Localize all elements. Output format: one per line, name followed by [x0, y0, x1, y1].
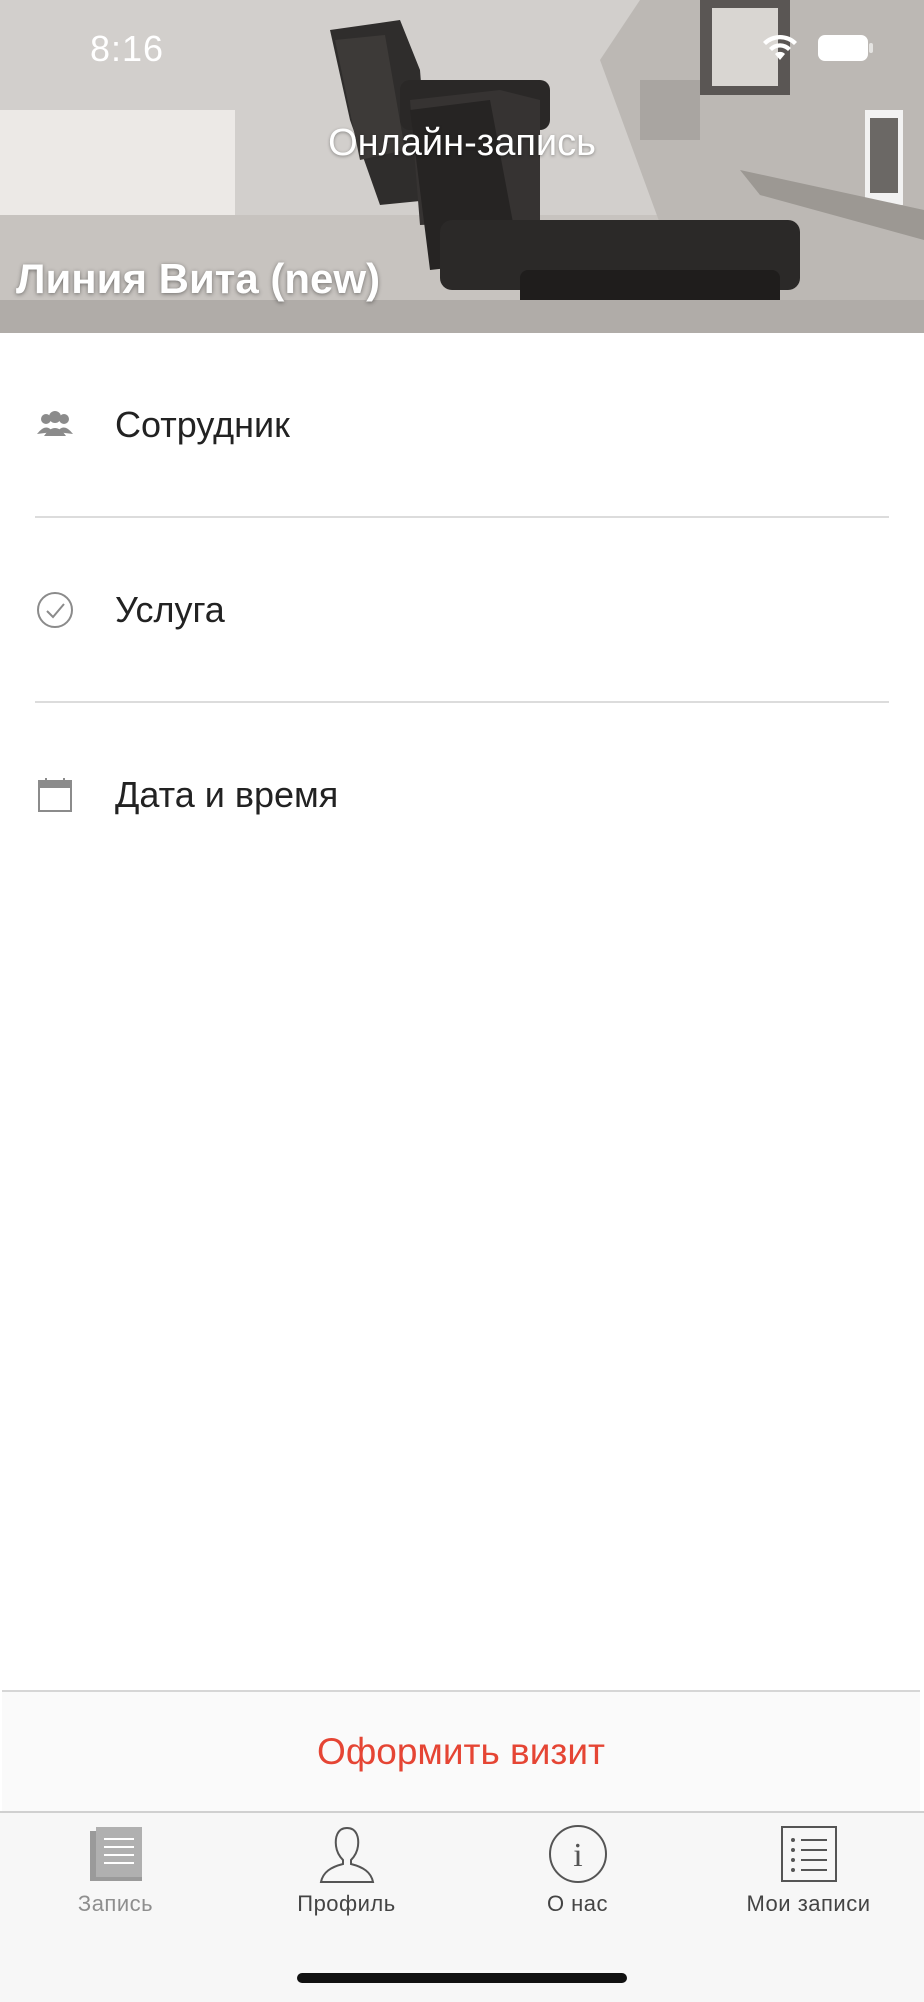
wifi-icon — [762, 34, 798, 67]
page-title: Онлайн-запись — [328, 122, 596, 164]
svg-text:i: i — [573, 1837, 582, 1874]
profile-icon — [317, 1823, 377, 1885]
battery-icon — [818, 35, 874, 66]
tab-profile[interactable]: Профиль — [231, 1823, 462, 1933]
status-indicators — [762, 34, 874, 67]
service-row[interactable]: Услуга — [35, 518, 889, 702]
booking-list-icon — [86, 1823, 146, 1885]
employee-row[interactable]: Сотрудник — [35, 333, 889, 517]
tab-profile-label: Профиль — [297, 1891, 396, 1916]
calendar-icon — [35, 775, 75, 815]
datetime-row[interactable]: Дата и время — [35, 703, 889, 887]
my-bookings-icon — [779, 1823, 839, 1885]
submit-bar: Оформить визит — [2, 1690, 920, 1812]
home-indicator — [297, 1973, 627, 1983]
status-time: 8:16 — [90, 28, 165, 69]
service-label: Услуга — [115, 589, 225, 630]
tab-about-label: О нас — [546, 1891, 609, 1916]
tab-booking[interactable]: Запись — [0, 1823, 231, 1933]
checkmark-circle-icon — [35, 590, 75, 630]
salon-name: Линия Вита (new) — [16, 255, 381, 302]
people-icon — [35, 405, 75, 445]
tab-about[interactable]: i О нас — [462, 1823, 693, 1933]
header-banner: 8:16 Онлайн-запись Линия Вита (new) — [0, 0, 924, 333]
tab-booking-label: Запись — [77, 1891, 154, 1916]
employee-label: Сотрудник — [115, 404, 290, 445]
tab-my-bookings-label: Мои записи — [746, 1891, 871, 1916]
tab-my-bookings[interactable]: Мои записи — [693, 1823, 924, 1933]
book-visit-button[interactable]: Оформить визит — [317, 1731, 605, 1773]
datetime-label: Дата и время — [115, 774, 339, 815]
info-icon: i — [548, 1823, 608, 1885]
